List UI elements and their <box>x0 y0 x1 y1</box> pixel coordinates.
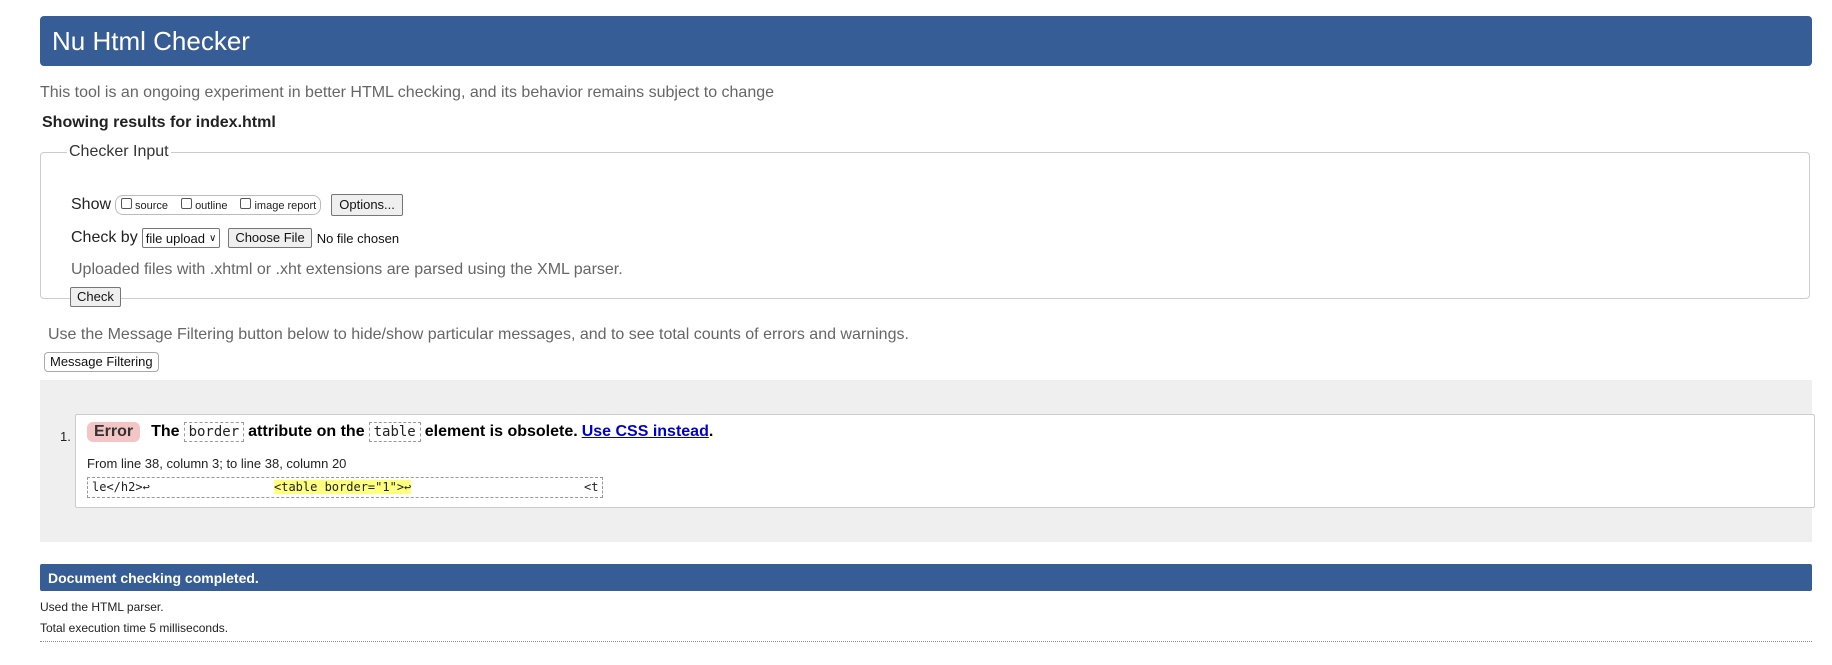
options-button[interactable]: Options... <box>331 194 403 216</box>
results-for-heading: Showing results for index.html <box>42 114 276 131</box>
code-extract: le</h2>↩ <table border="1">↩ <t <box>87 477 603 498</box>
source-checkbox[interactable] <box>121 198 133 209</box>
execution-time-note: Total execution time 5 milliseconds. <box>40 621 229 635</box>
show-source-option[interactable]: source <box>118 198 168 212</box>
parser-note: Used the HTML parser. <box>40 600 164 614</box>
show-outline-option[interactable]: outline <box>178 198 227 212</box>
checker-input-legend: Checker Input <box>69 143 169 160</box>
use-css-link[interactable]: Use CSS instead <box>582 423 709 441</box>
outline-checkbox[interactable] <box>181 198 193 209</box>
completion-bar: Document checking completed. <box>40 564 1812 591</box>
error-message: Error The border attribute on the table elem… <box>75 414 1815 508</box>
chevron-down-icon: ∨ <box>208 232 217 244</box>
intro-text: This tool is an ongoing experiment in be… <box>40 84 775 101</box>
check-button[interactable]: Check <box>70 287 121 307</box>
extract-highlight: <table border="1">↩ <box>274 480 412 494</box>
results-panel: 1. Error The border attribute on the table e… <box>40 380 1815 542</box>
message-location: From line 38, column 3; to line 38, colu… <box>87 456 347 471</box>
footer-divider <box>40 641 1812 642</box>
message-number: 1. <box>60 429 71 444</box>
no-file-text: No file chosen <box>316 230 400 246</box>
show-image-report-option[interactable]: image report <box>237 198 316 212</box>
check-by-label: Check by <box>71 229 138 246</box>
app-header: Nu Html Checker <box>40 16 1812 66</box>
upload-note: Uploaded files with .xhtml or .xht exten… <box>71 261 623 278</box>
show-label: Show <box>71 196 112 213</box>
show-options-group: source outline image report <box>115 195 322 215</box>
completion-status: Document checking completed. <box>48 569 259 586</box>
check-by-select[interactable]: file upload ∨ <box>141 228 221 248</box>
extract-before: le</h2>↩ <box>92 480 150 494</box>
message-text: The border attribute on the table element is… <box>151 422 578 442</box>
image-report-checkbox[interactable] <box>240 198 252 209</box>
page-title: Nu Html Checker <box>52 25 250 56</box>
error-badge: Error <box>87 422 141 442</box>
message-filtering-button[interactable]: Message Filtering <box>44 352 159 372</box>
checker-input-fieldset: Checker Input Show source outline image … <box>40 143 1810 307</box>
extract-after: <t <box>584 480 599 494</box>
code-border: border <box>183 422 245 442</box>
message-line: Error The border attribute on the table elem… <box>87 422 713 442</box>
choose-file-button[interactable]: Choose File <box>228 228 312 248</box>
code-table: table <box>368 422 421 442</box>
show-row: Show source outline image report Options… <box>71 194 403 216</box>
filter-note: Use the Message Filtering button below t… <box>48 326 909 343</box>
check-by-row: Check by file upload ∨ Choose File No fil… <box>71 228 399 248</box>
